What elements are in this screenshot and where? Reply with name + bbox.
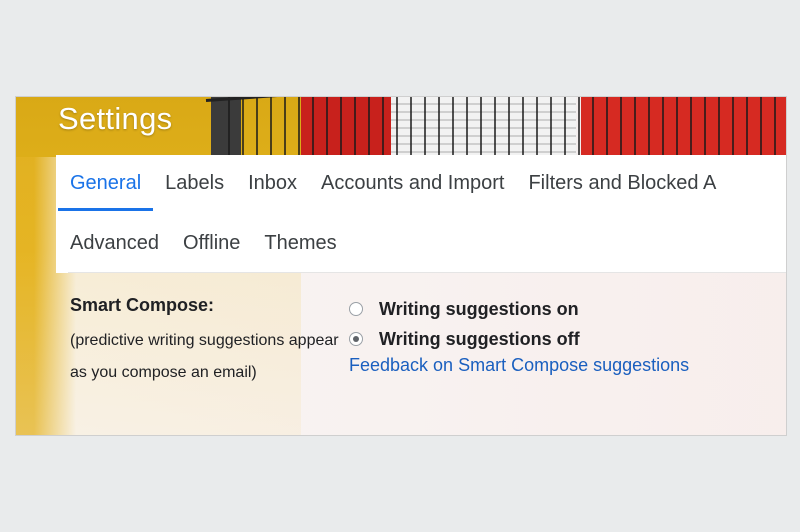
tab-general[interactable]: General	[56, 165, 154, 211]
settings-screenshot: Settings General Labels Inbox Accounts a…	[15, 96, 787, 436]
smart-compose-label: Smart Compose:	[70, 295, 215, 315]
tab-row-secondary: Advanced Offline Themes	[56, 225, 349, 265]
writing-suggestions-off-option[interactable]: Writing suggestions off	[349, 327, 580, 351]
tab-filters-and-blocked[interactable]: Filters and Blocked A	[516, 165, 728, 205]
writing-suggestions-on-label: Writing suggestions on	[379, 298, 579, 319]
smart-compose-description: (predictive writing suggestions appear a…	[70, 332, 339, 381]
tab-advanced[interactable]: Advanced	[56, 225, 171, 265]
writing-suggestions-on-option[interactable]: Writing suggestions on	[349, 297, 579, 321]
radio-off-icon[interactable]	[349, 332, 363, 346]
radio-on-icon[interactable]	[349, 302, 363, 316]
tab-labels[interactable]: Labels	[153, 165, 236, 205]
tab-row-primary: General Labels Inbox Accounts and Import…	[56, 165, 728, 211]
tabs-divider	[68, 272, 786, 273]
page-title: Settings	[58, 101, 173, 136]
smart-compose-section: Smart Compose: (predictive writing sugge…	[56, 275, 786, 435]
writing-suggestions-off-label: Writing suggestions off	[379, 328, 580, 349]
tab-offline[interactable]: Offline	[171, 225, 252, 265]
settings-tabs-panel: General Labels Inbox Accounts and Import…	[56, 155, 786, 273]
tab-inbox[interactable]: Inbox	[236, 165, 309, 205]
tab-accounts-and-import[interactable]: Accounts and Import	[309, 165, 516, 205]
smart-compose-feedback-link[interactable]: Feedback on Smart Compose suggestions	[349, 355, 689, 376]
tab-themes[interactable]: Themes	[252, 225, 348, 265]
